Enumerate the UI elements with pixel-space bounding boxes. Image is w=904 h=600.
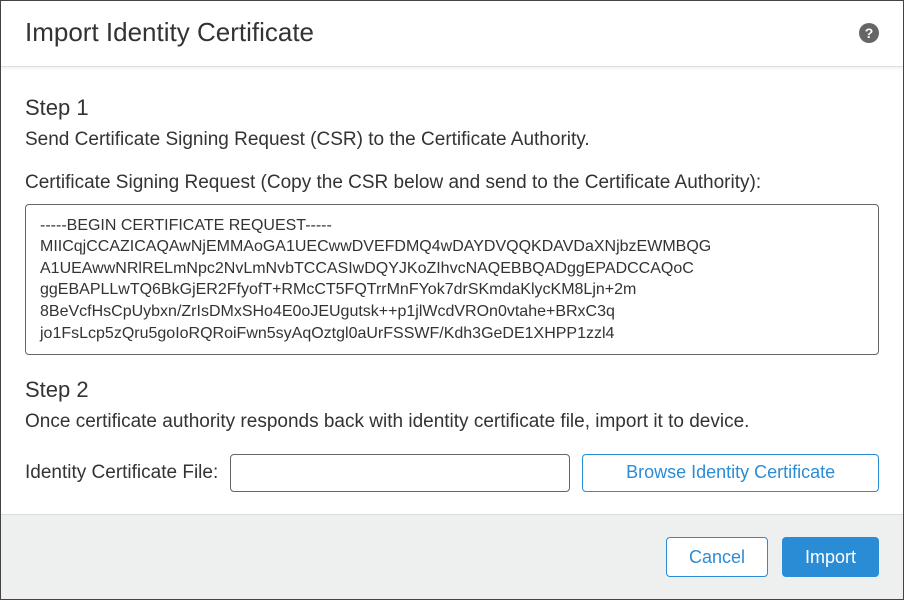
- identity-file-input[interactable]: [230, 454, 570, 492]
- dialog-body: Step 1 Send Certificate Signing Request …: [1, 67, 903, 514]
- dialog-title: Import Identity Certificate: [25, 17, 314, 48]
- step1-heading: Step 1: [25, 95, 879, 121]
- cancel-button[interactable]: Cancel: [666, 537, 768, 577]
- dialog-footer: Cancel Import: [1, 514, 903, 599]
- step1-description: Send Certificate Signing Request (CSR) t…: [25, 127, 879, 154]
- identity-file-label: Identity Certificate File:: [25, 462, 218, 484]
- step2-description: Once certificate authority responds back…: [25, 409, 879, 436]
- csr-label: Certificate Signing Request (Copy the CS…: [25, 172, 879, 194]
- import-button[interactable]: Import: [782, 537, 879, 577]
- identity-file-row: Identity Certificate File: Browse Identi…: [25, 454, 879, 492]
- browse-identity-certificate-button[interactable]: Browse Identity Certificate: [582, 454, 879, 492]
- dialog-header: Import Identity Certificate ?: [1, 1, 903, 67]
- import-identity-certificate-dialog: Import Identity Certificate ? Step 1 Sen…: [0, 0, 904, 600]
- help-icon[interactable]: ?: [859, 23, 879, 43]
- csr-textarea[interactable]: -----BEGIN CERTIFICATE REQUEST----- MIIC…: [25, 204, 879, 356]
- step2-heading: Step 2: [25, 377, 879, 403]
